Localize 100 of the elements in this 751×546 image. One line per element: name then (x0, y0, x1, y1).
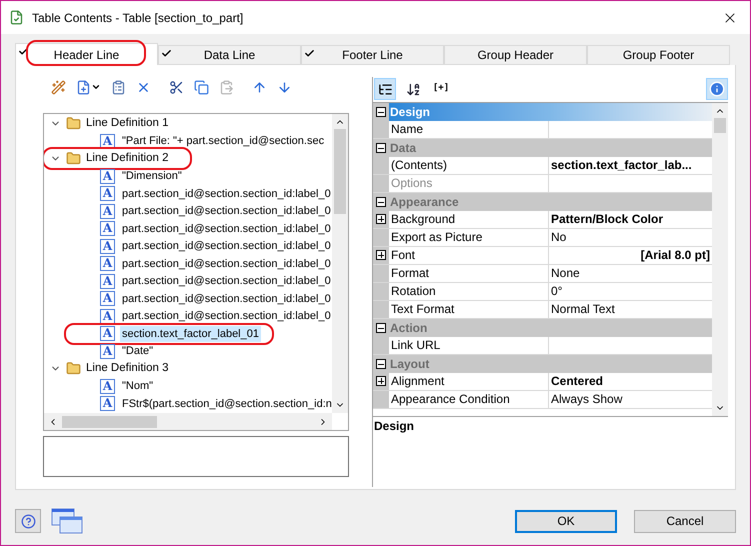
tab[interactable]: Group Header (444, 45, 587, 65)
tab[interactable]: Group Footer (587, 45, 730, 65)
help-icon (20, 514, 36, 528)
item-glyph-icon: A (100, 238, 115, 254)
property-name: Export as Picture (389, 229, 549, 246)
item-glyph-icon: A (100, 396, 115, 412)
tree-item[interactable]: part.section_id@section.section_id:label_0 (120, 186, 332, 202)
vertical-scrollbar[interactable] (332, 114, 348, 413)
property-value[interactable]: Pattern/Block Color (549, 211, 712, 228)
info-button[interactable] (706, 78, 728, 100)
tree-item[interactable]: Line Definition 2 (84, 150, 170, 168)
tree-item[interactable]: "Dimension" (120, 168, 184, 184)
item-glyph-icon: A (100, 221, 115, 236)
copy-icon[interactable] (194, 80, 209, 94)
scissors-icon[interactable] (169, 80, 184, 94)
horizontal-scrollbar[interactable] (44, 413, 332, 430)
item-glyph-icon: A (100, 308, 115, 324)
property-value[interactable]: Centered (549, 373, 712, 390)
item-glyph-icon: A (100, 186, 115, 202)
collapse-icon[interactable] (376, 359, 386, 369)
property-value[interactable]: None (549, 265, 712, 282)
item-glyph-icon: A (100, 204, 115, 219)
help-button[interactable] (15, 509, 41, 533)
tree-item[interactable]: part.section_id@section.section_id:label_0 (120, 220, 332, 237)
property-name: Rotation (389, 283, 549, 300)
note-field[interactable] (43, 436, 349, 477)
item-glyph-icon: A (100, 291, 115, 306)
item-glyph-icon: A (100, 344, 115, 359)
item-glyph-icon: A (100, 134, 115, 149)
item-glyph-icon: A (100, 326, 115, 342)
property-value[interactable]: 0° (549, 283, 712, 300)
tree-item[interactable]: part.section_id@section.section_id:label_0 (120, 238, 332, 254)
category-header[interactable]: Design (389, 103, 712, 121)
item-glyph-icon: A (100, 378, 115, 394)
app-icon (9, 10, 24, 25)
scrollbar-thumb[interactable] (62, 416, 157, 428)
sort-az-icon (406, 82, 420, 96)
tree-item[interactable]: part.section_id@section.section_id:label_0 (120, 308, 332, 324)
expand-icon[interactable] (376, 376, 386, 386)
tree-item[interactable]: "Part File: "+ part.section_id@section.sec (120, 133, 326, 150)
row-gutter (373, 283, 389, 300)
tab[interactable]: Data Line (158, 45, 301, 65)
tree-item[interactable]: "Nom" (120, 378, 156, 394)
property-value[interactable]: Always Show (549, 391, 712, 408)
item-glyph-icon: A (100, 256, 115, 272)
property-value[interactable]: [Arial 8.0 pt] (549, 247, 712, 264)
check-icon (18, 46, 29, 57)
scrollbar-thumb[interactable] (334, 129, 346, 214)
property-name: Font (389, 247, 549, 264)
tree-item[interactable]: "Date" (120, 343, 156, 360)
wand-icon[interactable] (51, 80, 66, 94)
property-name: Appearance Condition (389, 391, 549, 408)
property-value[interactable]: Normal Text (549, 301, 712, 318)
tree-item[interactable]: section.text_factor_label_01 (120, 326, 261, 342)
check-icon (304, 48, 315, 59)
categorized-view-button[interactable] (374, 78, 396, 100)
scrollbar-thumb[interactable] (714, 118, 726, 133)
property-name: (Contents) (389, 157, 549, 174)
new-document-icon[interactable] (76, 80, 101, 94)
tree-list-icon (378, 82, 392, 96)
info-icon (709, 81, 725, 97)
property-value[interactable]: section.text_factor_lab... (549, 157, 712, 174)
tree-item[interactable]: Line Definition 1 (84, 115, 170, 132)
expand-icon[interactable] (376, 214, 386, 224)
folder-icon (66, 361, 81, 376)
collapse-icon[interactable] (376, 107, 386, 117)
property-name: Background (389, 211, 549, 228)
description-title: Design (374, 418, 414, 435)
expand-icon[interactable] (376, 250, 386, 260)
arrow-down-icon[interactable] (277, 80, 292, 94)
tree-item[interactable]: part.section_id@section.section_id:label_0 (120, 256, 332, 272)
dialog-button[interactable]: Cancel (634, 510, 736, 532)
property-name: Alignment (389, 373, 549, 390)
tree-item[interactable]: Line Definition 3 (84, 360, 170, 378)
dialog-button[interactable]: OK (515, 510, 617, 532)
clipboard-icon[interactable] (111, 80, 126, 94)
tree-item[interactable]: part.section_id@section.section_id:label_0 (120, 273, 332, 290)
property-name: Link URL (389, 337, 549, 354)
tree-item[interactable]: part.section_id@section.section_id:label_0 (120, 203, 332, 220)
collapse-icon[interactable] (376, 143, 386, 153)
folder-icon (66, 116, 81, 132)
item-glyph-icon: A (100, 274, 115, 289)
windows-icon (51, 508, 83, 534)
check-icon (161, 48, 172, 59)
folder-icon (66, 151, 81, 166)
property-name: Format (389, 265, 549, 282)
collapse-icon[interactable] (376, 323, 386, 333)
expand-all-button[interactable]: [+] (430, 78, 452, 100)
property-name: Name (389, 121, 549, 138)
item-glyph-icon: A (100, 168, 115, 184)
property-name: Text Format (389, 301, 549, 318)
tab[interactable]: Footer Line (301, 45, 444, 65)
property-name: Options (389, 175, 549, 192)
collapse-icon[interactable] (376, 197, 386, 207)
tree-item[interactable]: part.section_id@section.section_id:label_0 (120, 290, 332, 307)
vertical-scrollbar[interactable] (712, 103, 728, 416)
property-value[interactable]: No (549, 229, 712, 246)
tree-item[interactable]: FStr$(part.section_id@section.section_id:n (120, 396, 332, 412)
window-title: Table Contents - Table [section_to_part] (32, 10, 244, 26)
tab[interactable]: Header Line (15, 43, 158, 65)
